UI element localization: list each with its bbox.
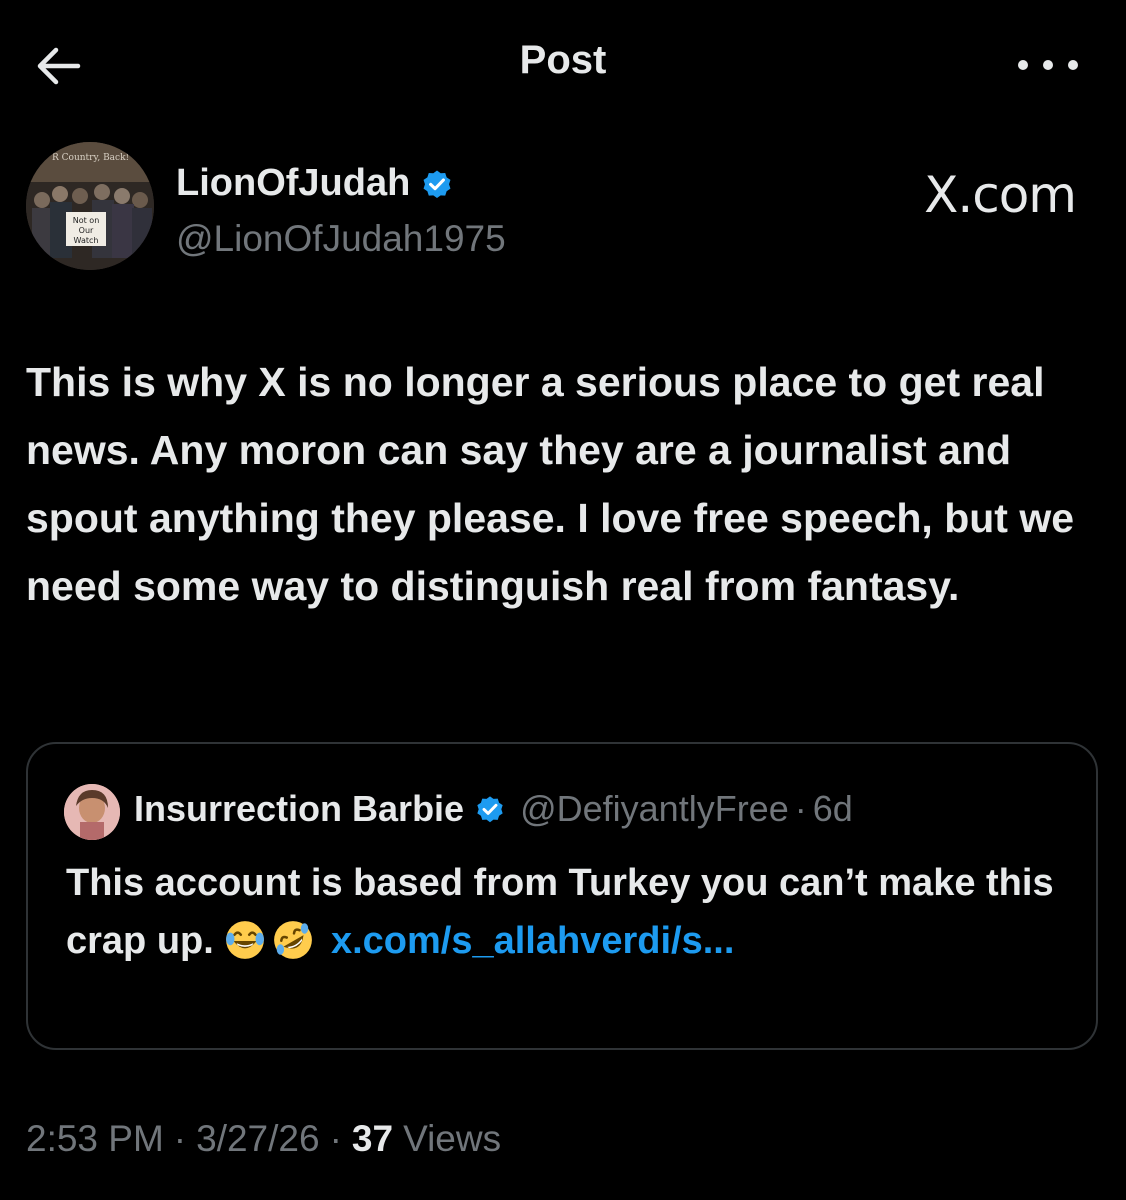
svg-text:Our: Our	[79, 226, 94, 235]
post-time: 2:53 PM	[26, 1118, 164, 1159]
top-bar: Post	[0, 0, 1126, 130]
separator-dot: ·	[173, 1118, 187, 1159]
post-author: R Country, Back! Not on Our Watch LionOf…	[26, 142, 1100, 272]
quoted-author-avatar[interactable]	[64, 784, 120, 840]
svg-text:Watch: Watch	[74, 236, 99, 245]
separator-dot: ·	[794, 788, 807, 829]
quoted-author-name[interactable]: Insurrection Barbie	[134, 788, 464, 830]
author-display-name: LionOfJudah	[176, 162, 411, 204]
svg-text:R Country, Back!: R Country, Back!	[52, 153, 129, 163]
quoted-post-link[interactable]: x.com/s_allahverdi/s...	[331, 920, 734, 962]
x-com-watermark: X.com	[924, 166, 1077, 224]
verified-badge-icon	[477, 796, 503, 823]
views-label: Views	[403, 1118, 502, 1159]
rolling-on-floor-laughing-icon	[274, 921, 313, 959]
verified-badge-icon	[423, 170, 451, 198]
quoted-author-handle[interactable]: @DefiyantlyFree	[520, 788, 789, 830]
quoted-post-text: This account is based from Turkey you ca…	[66, 854, 1066, 970]
author-avatar[interactable]: R Country, Back! Not on Our Watch	[26, 142, 154, 270]
more-horizontal-icon	[1018, 60, 1028, 70]
post-metadata: 2:53 PM · 3/27/26 · 37 Views	[26, 1118, 501, 1160]
post-text: This is why X is no longer a serious pla…	[26, 359, 1075, 609]
separator-dot: ·	[329, 1118, 342, 1159]
page-title: Post	[519, 38, 607, 82]
face-with-tears-of-joy-icon	[226, 921, 265, 959]
quoted-post[interactable]: Insurrection Barbie @DefiyantlyFree · 6d…	[26, 742, 1098, 1050]
more-options-button[interactable]	[1018, 52, 1078, 78]
views-count[interactable]: 37	[352, 1118, 393, 1160]
quoted-avatar-photo	[64, 784, 120, 840]
quoted-post-header: Insurrection Barbie @DefiyantlyFree · 6d	[134, 788, 853, 830]
author-name[interactable]: LionOfJudah	[176, 162, 454, 205]
post-date: 3/27/26	[196, 1118, 320, 1159]
quoted-post-time: 6d	[812, 788, 853, 829]
svg-text:Not on: Not on	[73, 216, 100, 225]
author-handle[interactable]: @LionOfJudah1975	[176, 218, 506, 260]
avatar-photo: R Country, Back! Not on Our Watch	[26, 142, 154, 270]
